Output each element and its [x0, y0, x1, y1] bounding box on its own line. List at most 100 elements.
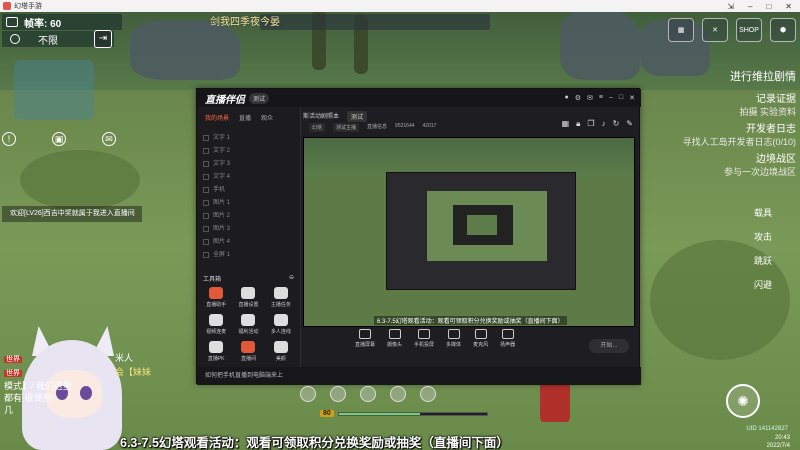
- scene-item[interactable]: 文字 4: [203, 171, 294, 184]
- checkbox[interactable]: [203, 239, 209, 245]
- tool-button[interactable]: 美颜: [266, 341, 296, 362]
- stream-game: 幻塔: [309, 123, 326, 132]
- scene-item[interactable]: 文字 1: [203, 132, 294, 145]
- message-icon[interactable]: ✉: [587, 94, 593, 102]
- bag-icon[interactable]: ▣: [52, 132, 66, 146]
- tool-button[interactable]: 直播PK: [201, 341, 231, 362]
- minimize-icon[interactable]: –: [748, 2, 752, 11]
- grid-icon[interactable]: ▦: [562, 119, 570, 129]
- attack-button[interactable]: 攻击: [722, 230, 772, 246]
- scene-item[interactable]: 文字 3: [203, 158, 294, 171]
- tools-icon[interactable]: ✎: [626, 119, 633, 129]
- maximize-icon[interactable]: □: [619, 94, 623, 102]
- top-event-bar: [260, 14, 490, 30]
- speaker-button[interactable]: 扬声器: [500, 329, 515, 348]
- tool-button[interactable]: 直播间: [233, 341, 263, 362]
- window-title: 幻塔手游: [14, 3, 42, 10]
- maximize-icon[interactable]: □: [766, 2, 771, 11]
- close-icon[interactable]: ✕: [629, 94, 635, 102]
- collapse-icon[interactable]: ⊖: [289, 274, 294, 283]
- tool-label: 视频连麦: [206, 329, 227, 335]
- tool-label: 主播任务: [270, 302, 291, 308]
- tool-label: 直播设置: [238, 302, 259, 308]
- stream-tag[interactable]: 测试: [347, 111, 368, 122]
- mail-icon[interactable]: ✉: [102, 132, 116, 146]
- tool-icon: [241, 314, 256, 326]
- tool-button[interactable]: 主播任务: [266, 287, 296, 308]
- tool-label: 福利活动: [238, 329, 259, 335]
- quick-item-slot[interactable]: [330, 386, 346, 402]
- dodge-button[interactable]: 闪避: [722, 278, 772, 294]
- scene-item[interactable]: 全屏 1: [203, 249, 294, 262]
- mic-button[interactable]: 麦克风: [473, 329, 488, 348]
- button-label: 手机投屏: [414, 342, 435, 348]
- copy-icon[interactable]: ❐: [587, 119, 594, 129]
- info-icon[interactable]: !: [2, 132, 16, 146]
- ultimate-skill-button[interactable]: ✺: [726, 384, 760, 418]
- checkbox[interactable]: [203, 161, 209, 167]
- start-stream-button[interactable]: 开始...: [589, 339, 629, 353]
- checkbox[interactable]: [203, 213, 209, 219]
- exp-bar: [337, 411, 488, 416]
- help-notice[interactable]: 如何把手机直播到电脑端来上: [197, 367, 641, 385]
- checkbox[interactable]: [203, 226, 209, 232]
- tool-button[interactable]: 视频连麦: [201, 314, 231, 335]
- chat-row: 世界 会【妹妹: [4, 366, 164, 380]
- media-source-button[interactable]: 多媒体: [446, 329, 461, 348]
- quest-item[interactable]: 开发者日志 寻找人工岛开发者日志(0/10): [676, 120, 796, 148]
- quick-item-slot[interactable]: [300, 386, 316, 402]
- vehicle-button[interactable]: 载具: [722, 206, 772, 222]
- camera-icon[interactable]: [6, 17, 18, 27]
- shop-icon[interactable]: SHOP: [736, 18, 762, 42]
- tool-button[interactable]: 多人连线: [266, 314, 296, 335]
- scene-item[interactable]: 图片 2: [203, 210, 294, 223]
- tab-scenes[interactable]: 我的场景: [205, 113, 229, 122]
- quest-item[interactable]: 边境战区 参与一次边境战区: [676, 150, 796, 178]
- top-right-menu: ▦ ✕ SHOP ⬢: [668, 18, 796, 42]
- scene-item[interactable]: 文字 2: [203, 145, 294, 158]
- jump-button[interactable]: 跳跃: [722, 254, 772, 270]
- close-icon[interactable]: ✕: [785, 2, 792, 11]
- tool-button[interactable]: 直播设置: [233, 287, 263, 308]
- scene-item[interactable]: 图片 1: [203, 197, 294, 210]
- action-buttons: 载具 攻击 跳跃 闪避: [722, 206, 772, 294]
- scene-item[interactable]: 图片 3: [203, 223, 294, 236]
- quest-item[interactable]: 记录证据 拍摄 实验资料: [676, 90, 796, 118]
- refresh-icon[interactable]: ↻: [613, 119, 620, 129]
- exit-button[interactable]: ⇥: [94, 30, 112, 48]
- screen-source-button[interactable]: 直播屏幕: [355, 329, 375, 348]
- bell-icon[interactable]: ♪: [602, 119, 606, 129]
- settings-icon[interactable]: ⚙: [575, 94, 581, 102]
- tool-button[interactable]: 福利活动: [233, 314, 263, 335]
- checkbox[interactable]: [203, 252, 209, 258]
- menu-icon[interactable]: ≡: [599, 94, 603, 102]
- tool-button[interactable]: 直播助手: [201, 287, 231, 308]
- checkbox[interactable]: [203, 174, 209, 180]
- main-quest[interactable]: 进行维拉剧情: [676, 68, 796, 84]
- quick-item-slot[interactable]: [420, 386, 436, 402]
- scene-label: 文字 4: [213, 174, 231, 180]
- tools-icon[interactable]: ✕: [702, 18, 728, 42]
- quest-title: 记录证据: [756, 94, 796, 105]
- stream-preview[interactable]: 6.3-7.5幻塔观看活动：观看可领取积分兑换奖励或抽奖（直播间下面）: [303, 137, 635, 327]
- camera-source-button[interactable]: 摄像头: [387, 329, 402, 348]
- user-icon[interactable]: ●: [565, 94, 569, 102]
- checkbox[interactable]: [203, 148, 209, 154]
- checkbox[interactable]: [203, 200, 209, 206]
- quick-item-slot[interactable]: [360, 386, 376, 402]
- checkbox[interactable]: [203, 135, 209, 141]
- lock-icon[interactable]: 🔒︎: [576, 119, 580, 129]
- tab-audience[interactable]: 观众: [261, 113, 273, 122]
- scene-item[interactable]: 手机: [203, 184, 294, 197]
- event-icon[interactable]: ▦: [668, 18, 694, 42]
- phone-source-button[interactable]: 手机投屏: [414, 329, 434, 348]
- tab-live[interactable]: 直播: [239, 113, 251, 122]
- menu-icon[interactable]: ⬢: [770, 18, 796, 42]
- quick-item-slot[interactable]: [390, 386, 406, 402]
- minimize-icon[interactable]: –: [609, 94, 613, 102]
- stream-info-label: 直播信息: [367, 124, 388, 130]
- pin-icon[interactable]: ⇲: [727, 2, 734, 11]
- scene-item[interactable]: 图片 4: [203, 236, 294, 249]
- checkbox[interactable]: [203, 187, 209, 193]
- nested-preview-inner: [453, 205, 513, 245]
